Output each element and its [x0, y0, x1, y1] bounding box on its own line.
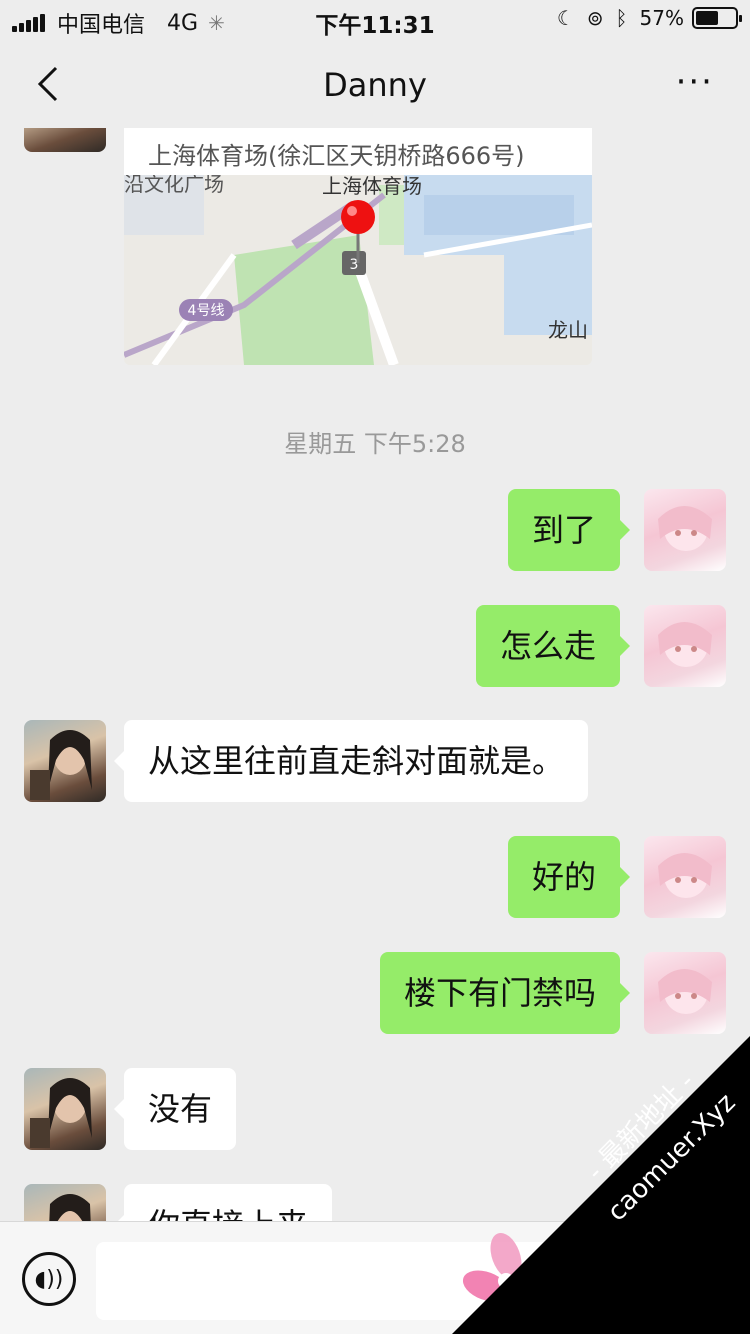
battery-percent: 57%: [639, 6, 684, 30]
status-bar: 中国电信 4G ✳ 下午11:31 ☾ ⊚ ᛒ 57%: [0, 0, 750, 40]
location-address: 上海体育场(徐汇区天钥桥路666号): [148, 142, 525, 170]
metro-line-label: 4号线: [188, 303, 225, 319]
battery-icon: [692, 7, 742, 29]
avatar[interactable]: [24, 1184, 106, 1221]
chat-title: Danny: [323, 66, 427, 104]
avatar[interactable]: [644, 836, 726, 918]
rotation-lock-icon: ⊚: [586, 6, 604, 30]
avatar[interactable]: [644, 952, 726, 1034]
watermark-brand-sub: 综合论坛 老男之家: [556, 1302, 706, 1323]
message-timestamp: 星期五 下午5:28: [284, 430, 466, 458]
voice-input-button[interactable]: ◖)): [22, 1252, 76, 1306]
avatar[interactable]: [644, 489, 726, 571]
moon-icon: ☾: [556, 6, 575, 30]
plus-icon: +: [679, 1258, 711, 1299]
more-options-button[interactable]: ···: [676, 62, 714, 102]
message-bubble-received[interactable]: 从这里往前直走斜对面就是。: [113, 720, 589, 802]
avatar[interactable]: [24, 128, 106, 152]
map-label-place: 上海体育场: [322, 175, 422, 198]
avatar[interactable]: [644, 605, 726, 687]
map-label-longshan: 龙山: [548, 318, 588, 342]
bluetooth-icon: ᛒ: [615, 6, 628, 30]
location-map: 4号线 沿文化广场 上海体育场 龙山 3: [124, 175, 592, 365]
voice-icon: ◖)): [34, 1266, 64, 1292]
chat-header: Danny ···: [0, 40, 750, 128]
message-bubble-received[interactable]: 没有: [113, 1068, 237, 1150]
message-bubble-sent[interactable]: 好的: [507, 836, 631, 918]
message-list[interactable]: 上海体育场(徐汇区天钥桥路666号) 4号线 沿文化广场 上海体育场 龙山 3 …: [0, 128, 750, 1221]
avatar[interactable]: [24, 720, 106, 802]
map-label-culture: 沿文化广场: [124, 175, 224, 196]
message-bubble-sent[interactable]: 怎么走: [475, 605, 631, 687]
avatar[interactable]: [24, 1068, 106, 1150]
message-bubble-sent[interactable]: 到了: [507, 489, 631, 571]
message-bubble-sent[interactable]: 楼下有门禁吗: [379, 952, 631, 1034]
location-pin-icon: [341, 200, 375, 234]
message-bubble-received[interactable]: 你直接上来: [113, 1184, 333, 1221]
location-card[interactable]: 上海体育场(徐汇区天钥桥路666号) 4号线 沿文化广场 上海体育场 龙山 3: [124, 128, 592, 365]
